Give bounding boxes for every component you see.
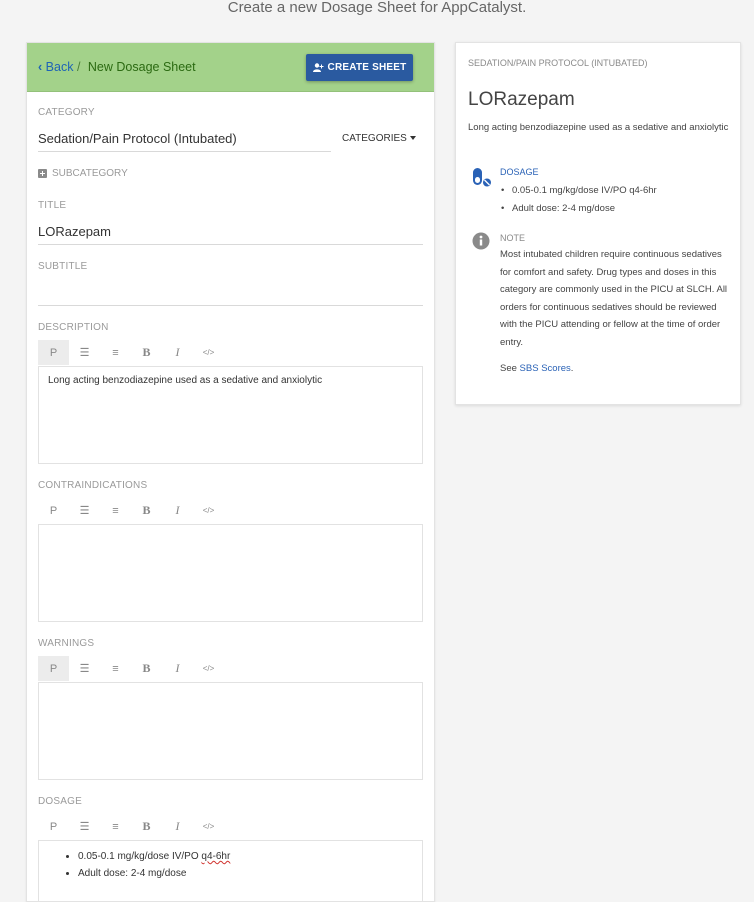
preview-dosage-item: 0.05-0.1 mg/kg/dose IV/PO q4-6hr <box>500 182 657 200</box>
subtitle-input[interactable] <box>38 285 423 301</box>
numbered-list-button[interactable]: ≡ <box>100 656 131 681</box>
caret-down-icon <box>409 136 416 141</box>
title-underline <box>38 244 423 245</box>
plus-square-icon <box>38 169 47 178</box>
bullet-list-button[interactable]: ☰ <box>69 656 100 681</box>
numbered-list-icon: ≡ <box>112 820 119 833</box>
title-label: TITLE <box>38 200 67 211</box>
breadcrumb-separator: / <box>76 60 81 74</box>
dosage-list-item: Adult dose: 2-4 mg/dose <box>78 865 413 882</box>
description-toolbar: P ☰ ≡ B I </> <box>38 340 238 365</box>
numbered-list-button[interactable]: ≡ <box>100 498 131 523</box>
warnings-toolbar: P ☰ ≡ B I </> <box>38 656 238 681</box>
italic-button[interactable]: I <box>162 340 193 365</box>
preview-card: SEDATION/PAIN PROTOCOL (INTUBATED) LORaz… <box>455 42 741 405</box>
numbered-list-icon: ≡ <box>112 504 119 517</box>
paragraph-button[interactable]: P <box>38 340 69 365</box>
paragraph-button[interactable]: P <box>38 656 69 681</box>
category-input[interactable]: Sedation/Pain Protocol (Intubated) <box>38 131 237 146</box>
code-button[interactable]: </> <box>193 498 224 523</box>
numbered-list-icon: ≡ <box>112 346 119 359</box>
preview-title: LORazepam <box>468 89 575 110</box>
dosage-sheet-form: ‹ Back / New Dosage Sheet CREATE SHEET C… <box>26 42 435 902</box>
dosage-item-text: 0.05-0.1 mg/kg/dose IV/PO <box>78 851 202 862</box>
pills-icon <box>473 168 491 187</box>
dosage-list-item: 0.05-0.1 mg/kg/dose IV/PO q4-6hr <box>78 848 413 865</box>
dosage-item-text: Adult dose: 2-4 mg/dose <box>78 868 187 879</box>
categories-dropdown-label: CATEGORIES <box>342 133 407 144</box>
preview-category: SEDATION/PAIN PROTOCOL (INTUBATED) <box>468 58 648 68</box>
italic-button[interactable]: I <box>162 814 193 839</box>
contraindications-label: CONTRAINDICATIONS <box>38 480 148 491</box>
preview-description: Long acting benzodiazepine used as a sed… <box>468 122 729 133</box>
page-heading: Create a new Dosage Sheet for AppCatalys… <box>227 0 527 16</box>
breadcrumb-current: New Dosage Sheet <box>87 60 196 74</box>
bullet-list-icon: ☰ <box>79 347 90 359</box>
description-label: DESCRIPTION <box>38 322 109 333</box>
bullet-list-button[interactable]: ☰ <box>69 498 100 523</box>
back-label: Back <box>45 60 74 74</box>
preview-note-label: NOTE <box>500 233 526 243</box>
code-button[interactable]: </> <box>193 814 224 839</box>
form-header: ‹ Back / New Dosage Sheet CREATE SHEET <box>27 43 434 92</box>
code-button[interactable]: </> <box>193 340 224 365</box>
bold-button[interactable]: B <box>131 340 162 365</box>
warnings-editor[interactable] <box>38 682 423 780</box>
categories-dropdown[interactable]: CATEGORIES <box>342 133 416 144</box>
italic-button[interactable]: I <box>162 656 193 681</box>
breadcrumb: ‹ Back / New Dosage Sheet <box>38 60 196 74</box>
dosage-list: 0.05-0.1 mg/kg/dose IV/PO q4-6hr Adult d… <box>78 848 413 882</box>
subtitle-label: SUBTITLE <box>38 261 88 272</box>
numbered-list-button[interactable]: ≡ <box>100 340 131 365</box>
subtitle-underline <box>38 305 423 306</box>
numbered-list-icon: ≡ <box>112 662 119 675</box>
paragraph-button[interactable]: P <box>38 498 69 523</box>
dosage-label: DOSAGE <box>38 796 82 807</box>
dosage-toolbar: P ☰ ≡ B I </> <box>38 814 238 839</box>
category-label: CATEGORY <box>38 107 95 118</box>
category-underline <box>38 151 331 152</box>
preview-dosage-label: DOSAGE <box>500 167 539 177</box>
preview-note-text: Most intubated children require continuo… <box>500 249 728 348</box>
preview-see-line: See SBS Scores. <box>500 363 573 374</box>
back-link[interactable]: ‹ Back <box>38 60 73 74</box>
create-sheet-button[interactable]: CREATE SHEET <box>306 54 413 81</box>
description-text: Long acting benzodiazepine used as a sed… <box>48 375 323 386</box>
preview-dosage-list: 0.05-0.1 mg/kg/dose IV/PO q4-6hr Adult d… <box>500 182 657 218</box>
bold-button[interactable]: B <box>131 656 162 681</box>
see-prefix: See <box>500 363 520 374</box>
info-icon <box>472 232 490 250</box>
misspelled-word: q4-6hr <box>201 851 231 862</box>
bullet-list-icon: ☰ <box>79 505 90 517</box>
bullet-list-icon: ☰ <box>79 821 90 833</box>
bullet-list-button[interactable]: ☰ <box>69 340 100 365</box>
see-suffix: . <box>570 363 574 374</box>
code-button[interactable]: </> <box>193 656 224 681</box>
add-subcategory-toggle[interactable]: SUBCATEGORY <box>38 168 128 179</box>
sbs-scores-link[interactable]: SBS Scores <box>520 363 571 374</box>
bold-button[interactable]: B <box>131 814 162 839</box>
bold-button[interactable]: B <box>131 498 162 523</box>
contraindications-toolbar: P ☰ ≡ B I </> <box>38 498 238 523</box>
subcategory-label: SUBCATEGORY <box>52 168 128 179</box>
paragraph-button[interactable]: P <box>38 814 69 839</box>
description-editor[interactable]: Long acting benzodiazepine used as a sed… <box>38 366 423 464</box>
contraindications-editor[interactable] <box>38 524 423 622</box>
numbered-list-button[interactable]: ≡ <box>100 814 131 839</box>
preview-dosage-item: Adult dose: 2-4 mg/dose <box>500 200 657 218</box>
bullet-list-icon: ☰ <box>79 663 90 675</box>
chevron-left-icon: ‹ <box>38 60 43 74</box>
add-user-icon <box>312 63 324 72</box>
bullet-list-button[interactable]: ☰ <box>69 814 100 839</box>
create-sheet-label: CREATE SHEET <box>327 62 407 73</box>
italic-button[interactable]: I <box>162 498 193 523</box>
dosage-editor[interactable]: 0.05-0.1 mg/kg/dose IV/PO q4-6hr Adult d… <box>38 840 423 901</box>
warnings-label: WARNINGS <box>38 638 95 649</box>
title-input[interactable]: LORazepam <box>38 224 111 239</box>
